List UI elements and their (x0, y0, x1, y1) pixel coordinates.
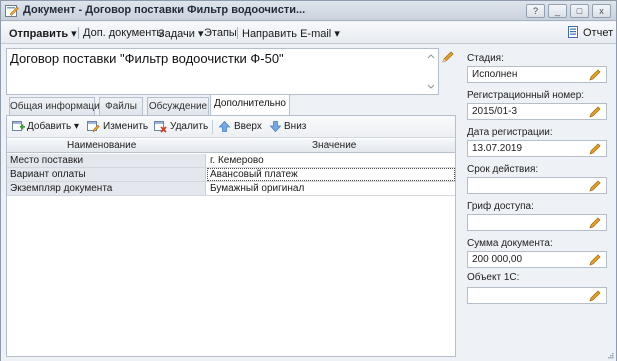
close-button[interactable]: x (592, 4, 611, 18)
stage-label: Стадия: (467, 53, 504, 64)
title-bar: Документ - Договор поставки Фильтр водоо… (1, 1, 616, 21)
title-scrollbar[interactable] (425, 50, 437, 93)
delete-button[interactable]: Удалить (170, 121, 208, 132)
arrow-down-icon (269, 121, 282, 133)
report-icon (568, 26, 578, 38)
pencil-icon[interactable] (588, 105, 602, 119)
reg-date-field[interactable]: 13.07.2019 (467, 140, 607, 157)
pencil-icon[interactable] (588, 142, 602, 156)
reg-date-label: Дата регистрации: (467, 127, 553, 138)
pencil-icon[interactable] (588, 216, 602, 230)
document-window-icon (5, 5, 19, 17)
row-value-cell[interactable]: г. Кемерово (207, 154, 455, 167)
arrow-up-icon (218, 120, 231, 132)
additional-tab-panel: Добавить ▾ Изменить Удалить Вверх Вниз Н… (6, 115, 456, 357)
toolbar-divider (237, 27, 238, 39)
send-menu-label: Отправить (9, 28, 69, 40)
tab-additional[interactable]: Дополнительно (210, 94, 290, 116)
object-1c-label: Объект 1С: (467, 272, 520, 283)
chevron-down-icon: ▾ (198, 28, 204, 40)
table-row[interactable]: Вариант оплаты Авансовый платеж (7, 168, 455, 182)
table-row[interactable]: Экземпляр документа Бумажный оригинал (7, 182, 455, 196)
document-attributes-panel: Стадия: Исполнен Регистрационный номер: … (467, 45, 613, 361)
document-window: Документ - Договор поставки Фильтр водоо… (0, 0, 617, 361)
access-field[interactable] (467, 214, 607, 231)
amount-field[interactable]: 200 000,00 (467, 251, 607, 268)
tab-discussion[interactable]: Обсуждение (147, 97, 209, 116)
column-header-value[interactable]: Значение (312, 140, 356, 151)
pencil-icon[interactable] (588, 289, 602, 303)
email-menu-label: Направить E-mail (242, 28, 332, 40)
window-title: Документ - Договор поставки Фильтр водоо… (23, 4, 306, 16)
grid-toolbar: Добавить ▾ Изменить Удалить Вверх Вниз (7, 116, 455, 138)
email-menu-button[interactable]: Направить E-mail ▾ (242, 27, 340, 40)
stage-value: Исполнен (472, 69, 518, 80)
pencil-icon[interactable] (588, 179, 602, 193)
amount-value: 200 000,00 (472, 254, 523, 265)
send-menu-button[interactable]: Отправить ▾ (9, 27, 77, 40)
tasks-menu-label: Задачи (158, 28, 195, 40)
toolbar-divider (212, 120, 213, 134)
document-title-text: Договор поставки "Фильтр водоочистки Ф-5… (10, 51, 284, 66)
table-row[interactable]: Место поставки г. Кемерово (7, 154, 455, 168)
delete-row-icon (154, 121, 167, 133)
reg-number-value: 2015/01-3 (472, 106, 518, 117)
validity-field[interactable] (467, 177, 607, 194)
edit-row-icon (87, 121, 100, 133)
row-value-cell[interactable]: Бумажный оригинал (207, 182, 455, 195)
row-name-cell: Вариант оплаты (7, 168, 206, 181)
minimize-button[interactable]: _ (548, 4, 567, 18)
reg-number-field[interactable]: 2015/01-3 (467, 103, 607, 120)
row-value-cell[interactable]: Авансовый платеж (207, 168, 455, 181)
reg-date-value: 13.07.2019 (472, 143, 523, 154)
add-row-icon (12, 121, 25, 131)
tab-files[interactable]: Файлы (99, 97, 143, 116)
move-down-button[interactable]: Вниз (284, 121, 306, 132)
chevron-down-icon: ▾ (73, 121, 80, 132)
main-toolbar: Отправить ▾ Доп. документы Задачи ▾ Этап… (1, 22, 616, 44)
pencil-icon[interactable] (588, 68, 602, 82)
tab-general[interactable]: Общая информация (9, 97, 105, 116)
add-button-label: Добавить (27, 121, 72, 132)
column-header-name[interactable]: Наименование (67, 140, 136, 151)
pencil-icon[interactable] (588, 253, 602, 267)
row-name-cell: Экземпляр документа (7, 182, 206, 195)
add-button[interactable]: Добавить ▾ (27, 121, 79, 132)
extra-docs-button[interactable]: Доп. документы (83, 27, 164, 39)
resize-grip-icon[interactable] (606, 351, 614, 359)
toolbar-divider (78, 27, 79, 39)
reg-number-label: Регистрационный номер: (467, 90, 585, 101)
chevron-down-icon: ▾ (71, 28, 77, 40)
stage-field[interactable]: Исполнен (467, 66, 607, 83)
edit-button[interactable]: Изменить (103, 121, 148, 132)
content-area: Договор поставки "Фильтр водоочистки Ф-5… (1, 45, 616, 361)
table-header: Наименование Значение (7, 139, 455, 153)
maximize-button[interactable]: □ (570, 4, 589, 18)
stages-button[interactable]: Этапы (204, 27, 237, 39)
object-1c-field[interactable] (467, 287, 607, 304)
document-title-field[interactable]: Договор поставки "Фильтр водоочистки Ф-5… (6, 48, 439, 95)
amount-label: Сумма документа: (467, 238, 553, 249)
chevron-down-icon: ▾ (334, 28, 340, 40)
validity-label: Срок действия: (467, 164, 539, 175)
help-button[interactable]: ? (526, 4, 545, 18)
pencil-icon[interactable] (441, 50, 455, 64)
tasks-menu-button[interactable]: Задачи ▾ (158, 27, 204, 40)
access-label: Гриф доступа: (467, 201, 534, 212)
move-up-button[interactable]: Вверх (234, 121, 262, 132)
row-name-cell: Место поставки (7, 154, 206, 167)
report-button[interactable]: Отчет (583, 27, 613, 39)
